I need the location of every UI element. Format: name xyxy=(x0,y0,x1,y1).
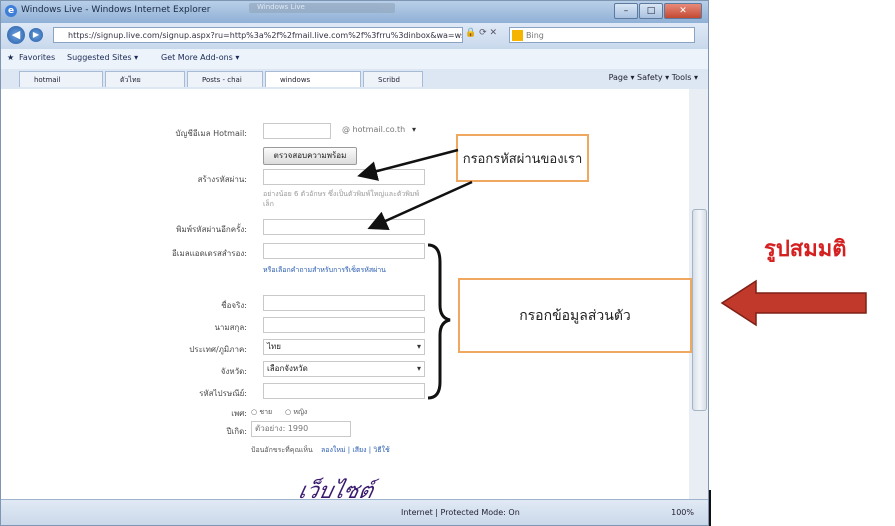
annotation-overlay xyxy=(357,148,867,400)
red-arrow-icon xyxy=(720,279,867,327)
corner-divider xyxy=(709,490,895,526)
divider-line xyxy=(709,490,711,526)
side-title: รูปสมมติ xyxy=(764,237,847,262)
brace-icon xyxy=(427,243,451,400)
password-arrow-icon xyxy=(357,148,459,181)
confirm-arrow-icon xyxy=(367,180,473,230)
